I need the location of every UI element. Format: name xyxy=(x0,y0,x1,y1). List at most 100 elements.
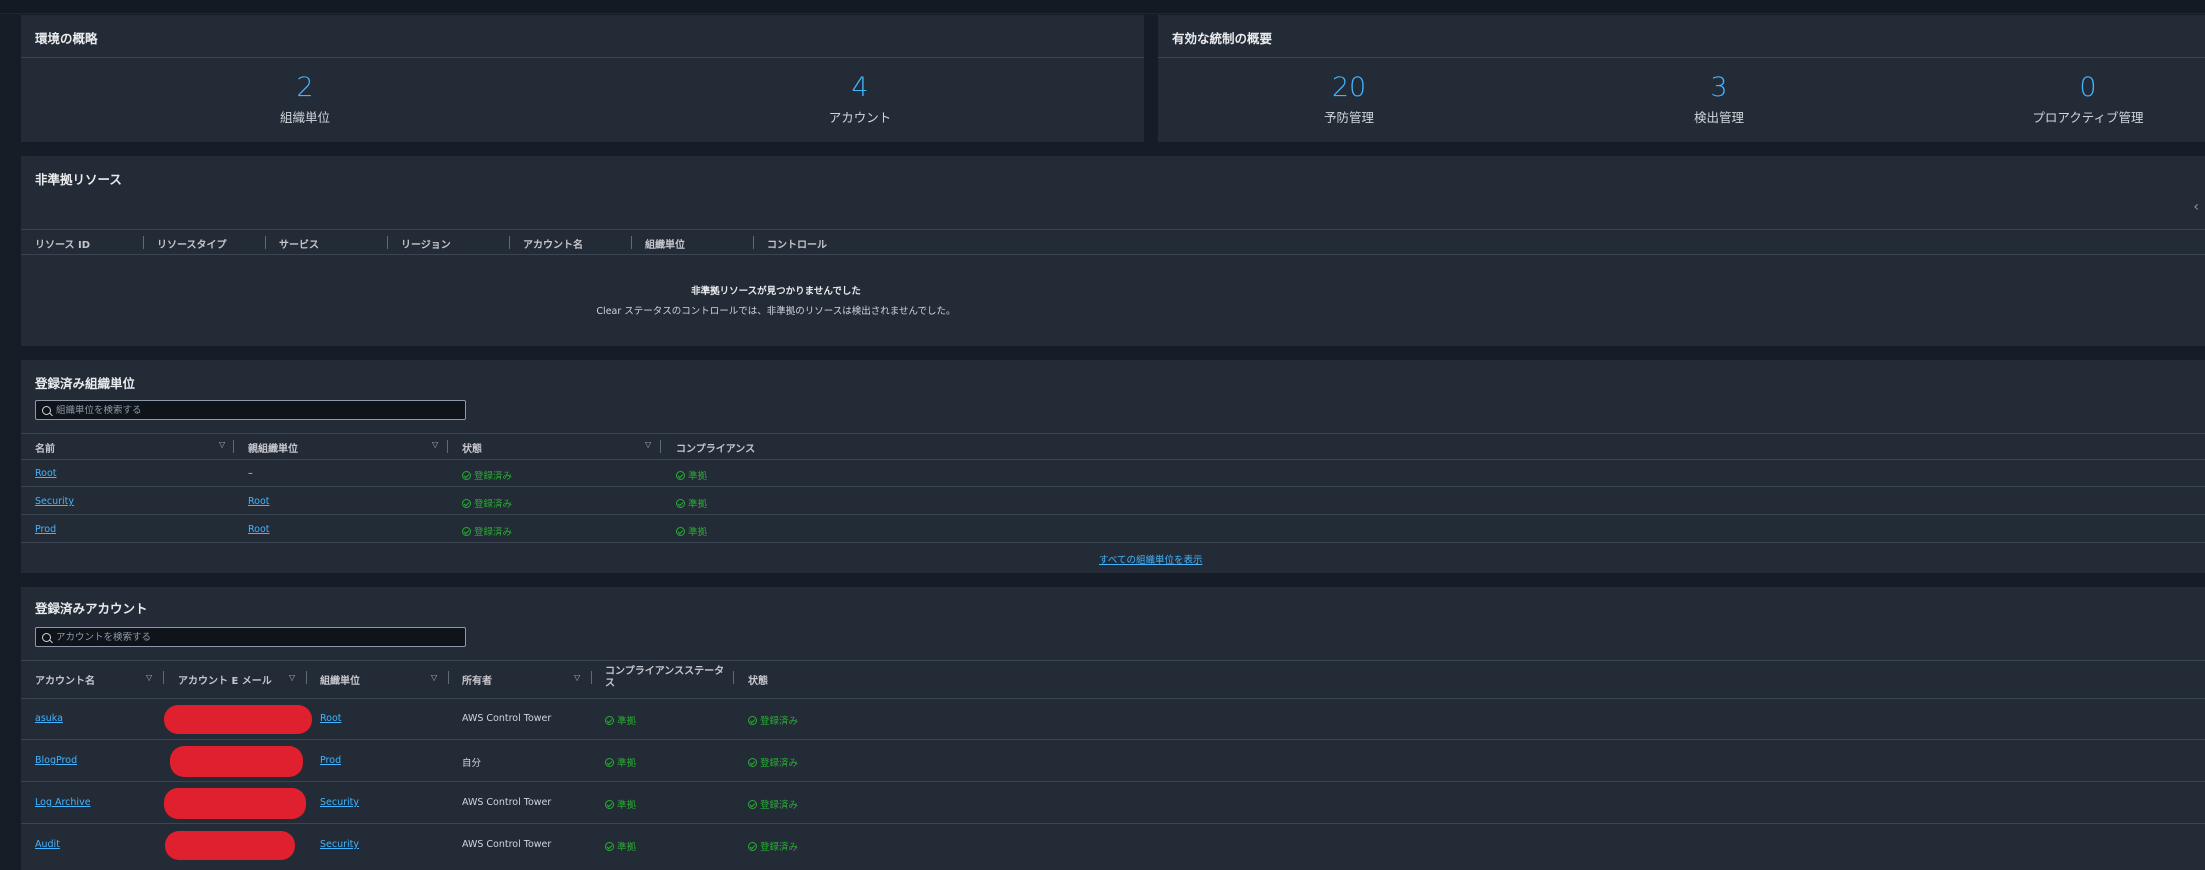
column-separator[interactable] xyxy=(387,236,388,249)
column-separator[interactable] xyxy=(306,671,307,684)
account-ou-link[interactable]: Prod xyxy=(320,755,341,766)
account-ou-link[interactable]: Root xyxy=(320,713,342,724)
redacted-email xyxy=(164,705,312,734)
stat-detective: 3 検出管理 xyxy=(1694,72,1744,126)
column-separator[interactable] xyxy=(591,671,592,684)
success-check-icon xyxy=(605,800,614,809)
account-name-link[interactable]: Audit xyxy=(35,839,60,850)
column-header-ou[interactable]: 組織単位 xyxy=(645,236,685,251)
state-text: 登録済み xyxy=(760,842,799,853)
sort-caret-icon[interactable]: ▽ xyxy=(432,440,438,449)
registered-accounts-title: 登録済みアカウント xyxy=(35,601,148,616)
column-header-resource-type[interactable]: リソースタイプ xyxy=(157,236,227,251)
account-ou-link[interactable]: Security xyxy=(320,797,359,808)
parent-ou-link[interactable]: Root xyxy=(248,524,270,535)
column-header-account-name[interactable]: アカウント名 xyxy=(35,672,95,687)
column-header-account-email[interactable]: アカウント E メール xyxy=(178,672,272,687)
column-header-service[interactable]: サービス xyxy=(279,236,319,251)
column-separator[interactable] xyxy=(447,440,448,453)
ou-name-link[interactable]: Prod xyxy=(35,524,56,535)
ou-search-box[interactable] xyxy=(35,400,466,420)
column-header-control[interactable]: コントロール xyxy=(767,236,827,251)
column-separator[interactable] xyxy=(233,440,234,453)
column-header-region[interactable]: リージョン xyxy=(401,236,451,251)
account-search-box[interactable] xyxy=(35,627,466,647)
column-separator[interactable] xyxy=(631,236,632,249)
stat-value[interactable]: 0 xyxy=(2032,72,2143,104)
controls-summary-title: 有効な統制の概要 xyxy=(1172,31,1273,46)
account-name-link[interactable]: BlogProd xyxy=(35,755,77,766)
success-check-icon xyxy=(462,527,471,536)
compliance-text: 準拠 xyxy=(688,499,708,510)
stat-value[interactable]: 20 xyxy=(1324,72,1374,104)
ou-search-input[interactable] xyxy=(56,404,465,416)
success-check-icon xyxy=(605,716,614,725)
stat-label: アカウント xyxy=(828,110,892,125)
column-header-account-name[interactable]: アカウント名 xyxy=(523,236,583,251)
sort-caret-icon[interactable]: ▽ xyxy=(219,440,225,449)
column-separator[interactable] xyxy=(660,440,661,453)
sort-caret-icon[interactable]: ▽ xyxy=(645,440,651,449)
stat-label: プロアクティブ管理 xyxy=(2032,110,2144,125)
column-header-name[interactable]: 名前 xyxy=(35,440,55,455)
column-separator[interactable] xyxy=(733,671,734,684)
owner-text: AWS Control Tower xyxy=(462,797,552,808)
success-check-icon xyxy=(605,842,614,851)
account-ou-link[interactable]: Security xyxy=(320,839,359,850)
divider xyxy=(21,57,1144,58)
stat-value[interactable]: 4 xyxy=(829,72,892,104)
divider xyxy=(21,660,2205,661)
account-search-input[interactable] xyxy=(56,631,465,643)
column-header-state[interactable]: 状態 xyxy=(462,440,482,455)
stat-value[interactable]: 3 xyxy=(1694,72,1744,104)
environment-overview-title: 環境の概略 xyxy=(35,31,98,46)
sort-caret-icon[interactable]: ▽ xyxy=(431,673,437,682)
state-status: 登録済み xyxy=(748,755,798,769)
state-text: 登録済み xyxy=(760,758,799,769)
column-separator[interactable] xyxy=(448,671,449,684)
account-name-link[interactable]: asuka xyxy=(35,713,63,724)
column-separator[interactable] xyxy=(265,236,266,249)
view-all-ous-link[interactable]: すべての組織単位を表示 xyxy=(1099,552,1202,566)
account-name-link[interactable]: Log Archive xyxy=(35,797,91,808)
column-separator[interactable] xyxy=(163,671,164,684)
state-status: 登録済み xyxy=(748,839,798,853)
compliance-text: 準拠 xyxy=(688,527,708,538)
table-row: Audit Security AWS Control Tower 準拠 登録済み xyxy=(21,825,2205,866)
column-separator[interactable] xyxy=(753,236,754,249)
search-icon xyxy=(42,632,51,642)
column-header-compliance[interactable]: コンプライアンス xyxy=(676,440,755,455)
sort-caret-icon[interactable]: ▽ xyxy=(289,673,295,682)
column-header-compliance-status[interactable]: コンプライアンスステータス xyxy=(605,666,727,690)
compliance-status: 準拠 xyxy=(676,468,707,482)
ou-name-link[interactable]: Security xyxy=(35,496,74,507)
ou-name-link[interactable]: Root xyxy=(35,468,57,479)
column-header-parent-ou[interactable]: 親組織単位 xyxy=(248,440,298,455)
state-status: 登録済み xyxy=(748,713,798,727)
redacted-email xyxy=(164,788,306,819)
state-status: 登録済み xyxy=(462,496,512,510)
registered-ous-panel: 登録済み組織単位 名前 ▽ 親組織単位 ▽ 状態 ▽ コンプライアンス Root… xyxy=(21,360,2205,573)
state-text: 登録済み xyxy=(760,716,799,727)
column-header-resource-id[interactable]: リソース ID xyxy=(35,236,90,251)
compliance-status: 準拠 xyxy=(605,797,636,811)
success-check-icon xyxy=(462,471,471,480)
compliance-text: 準拠 xyxy=(617,800,637,811)
success-check-icon xyxy=(676,527,685,536)
chevron-left-icon[interactable]: ‹ xyxy=(2193,199,2199,215)
column-header-state[interactable]: 状態 xyxy=(748,672,768,687)
parent-ou-link[interactable]: Root xyxy=(248,496,270,507)
success-check-icon xyxy=(748,800,757,809)
compliance-status: 準拠 xyxy=(676,496,707,510)
owner-text: 自分 xyxy=(462,758,482,769)
sort-caret-icon[interactable]: ▽ xyxy=(146,673,152,682)
sort-caret-icon[interactable]: ▽ xyxy=(574,673,580,682)
column-header-owner[interactable]: 所有者 xyxy=(462,672,492,687)
column-header-ou[interactable]: 組織単位 xyxy=(320,672,360,687)
stat-value[interactable]: 2 xyxy=(280,72,330,104)
column-separator[interactable] xyxy=(143,236,144,249)
state-text: 登録済み xyxy=(760,800,799,811)
column-separator[interactable] xyxy=(509,236,510,249)
environment-overview-panel: 環境の概略 2 組織単位 4 アカウント xyxy=(21,15,1144,142)
controls-summary-panel: 有効な統制の概要 20 予防管理 3 検出管理 0 プロアクティブ管理 xyxy=(1158,15,2205,142)
